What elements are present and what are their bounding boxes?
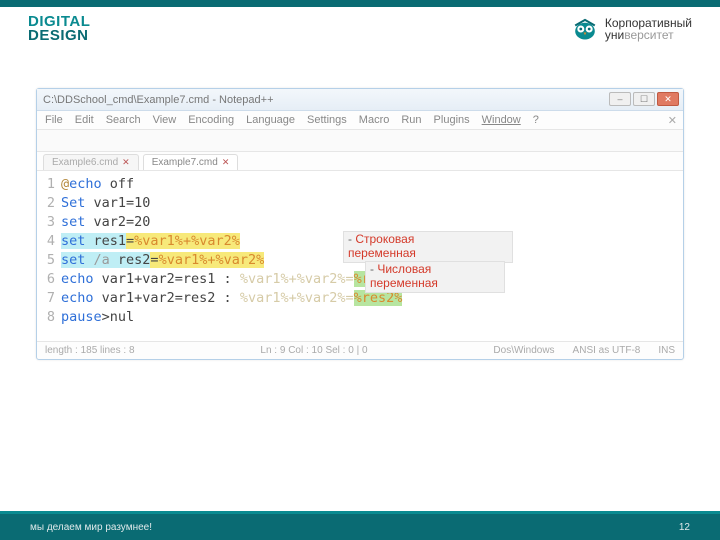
- menu-view[interactable]: View: [153, 114, 177, 126]
- menu-language[interactable]: Language: [246, 114, 295, 126]
- slide-header: DIGITAL DESIGN Корпоративный университет: [0, 7, 720, 44]
- toolbar: [37, 130, 683, 152]
- close-tab-icon[interactable]: ✕: [222, 157, 230, 168]
- owl-icon: [571, 17, 599, 41]
- footer-tagline: мы делаем мир разумнее!: [30, 522, 152, 533]
- code-lines: @echo off Set var1=10 set var2=20 set re…: [61, 175, 683, 327]
- menu-bar: File Edit Search View Encoding Language …: [37, 111, 683, 130]
- slide-footer: мы делаем мир разумнее! 12: [0, 514, 720, 540]
- menu-search[interactable]: Search: [106, 114, 141, 126]
- logo-digital-design: DIGITAL DESIGN: [28, 15, 90, 44]
- tab-inactive[interactable]: Example6.cmd✕: [43, 154, 139, 170]
- status-bar: length : 185 lines : 8 Ln : 9 Col : 10 S…: [37, 341, 683, 359]
- logo-line2: DESIGN: [28, 29, 90, 43]
- menu-settings[interactable]: Settings: [307, 114, 347, 126]
- close-tab-icon[interactable]: ✕: [122, 157, 130, 168]
- close-button[interactable]: ✕: [657, 92, 679, 106]
- minimize-button[interactable]: –: [609, 92, 631, 106]
- callout-string-variable: - Строковаяпеременная: [343, 231, 513, 263]
- status-encoding: ANSI as UTF-8: [573, 345, 641, 356]
- menu-help[interactable]: ?: [533, 114, 539, 126]
- status-cursor: Ln : 9 Col : 10 Sel : 0 | 0: [260, 345, 367, 356]
- notepadpp-screenshot: C:\DDSchool_cmd\Example7.cmd - Notepad++…: [36, 88, 684, 360]
- slide-top-bar: [0, 0, 720, 7]
- menu-encoding[interactable]: Encoding: [188, 114, 234, 126]
- status-length: length : 185 lines : 8: [45, 345, 135, 356]
- menu-macro[interactable]: Macro: [359, 114, 390, 126]
- window-title-text: C:\DDSchool_cmd\Example7.cmd - Notepad++: [43, 94, 274, 106]
- status-insert: INS: [658, 345, 675, 356]
- logo-corporate-university: Корпоративный университет: [571, 17, 692, 42]
- code-line-8: pause>nul: [61, 308, 683, 327]
- menubar-x-icon[interactable]: ✕: [668, 114, 677, 127]
- tab-active[interactable]: Example7.cmd✕: [143, 154, 239, 170]
- ku-line2: университет: [605, 29, 692, 42]
- status-eol: Dos\Windows: [493, 345, 554, 356]
- document-tabs: Example6.cmd✕ Example7.cmd✕: [37, 152, 683, 171]
- menu-plugins[interactable]: Plugins: [434, 114, 470, 126]
- notepadpp-window: C:\DDSchool_cmd\Example7.cmd - Notepad++…: [36, 88, 684, 360]
- menu-window[interactable]: Window: [482, 114, 521, 126]
- code-editor[interactable]: 12345678 @echo off Set var1=10 set var2=…: [37, 171, 683, 341]
- menu-edit[interactable]: Edit: [75, 114, 94, 126]
- code-line-3: set var2=20: [61, 213, 683, 232]
- ku-text: Корпоративный университет: [605, 17, 692, 42]
- menu-file[interactable]: File: [45, 114, 63, 126]
- slide-number: 12: [679, 522, 690, 533]
- menu-run[interactable]: Run: [401, 114, 421, 126]
- callout-numeric-variable: - Числоваяпеременная: [365, 261, 505, 293]
- line-numbers: 12345678: [37, 175, 61, 327]
- code-line-2: Set var1=10: [61, 194, 683, 213]
- code-line-1: @echo off: [61, 175, 683, 194]
- window-controls: – ☐ ✕: [609, 92, 679, 106]
- window-titlebar: C:\DDSchool_cmd\Example7.cmd - Notepad++…: [37, 89, 683, 111]
- maximize-button[interactable]: ☐: [633, 92, 655, 106]
